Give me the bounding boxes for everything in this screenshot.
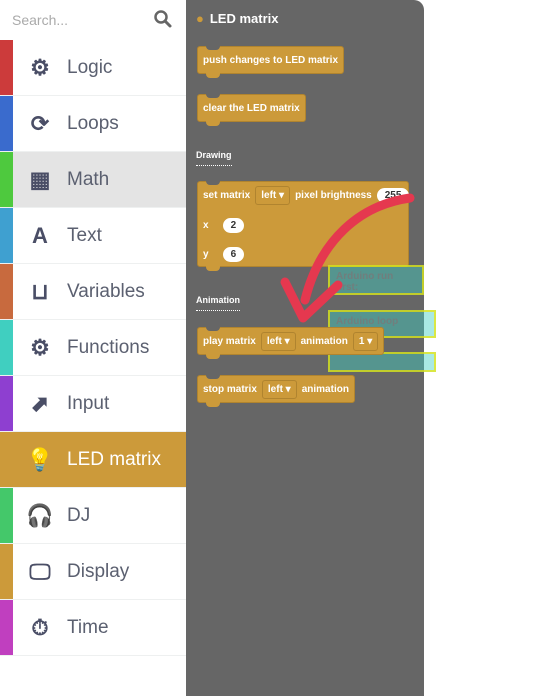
- category-led-matrix[interactable]: 💡 LED matrix: [0, 432, 186, 488]
- set-matrix-pixel-block[interactable]: set matrix left ▾ pixel brightness 255 x…: [197, 181, 410, 271]
- dropdown-value: left: [266, 335, 282, 347]
- dropdown-value: left: [261, 190, 277, 202]
- search-box: [0, 0, 186, 40]
- category-functions[interactable]: ⚙ Functions: [0, 320, 186, 376]
- category-color-bar: [0, 376, 13, 431]
- push-changes-block[interactable]: push changes to LED matrix: [197, 46, 345, 78]
- dropdown-value: left: [267, 383, 283, 395]
- play-matrix-animation-block[interactable]: play matrix left ▾ animation 1 ▾: [197, 327, 385, 359]
- category-color-bar: [0, 96, 13, 151]
- gear-icon: ⚙: [30, 334, 50, 360]
- category-logic[interactable]: ⚙ Logic: [0, 40, 186, 96]
- animation-number-dropdown[interactable]: 1 ▾: [352, 331, 379, 351]
- block-label: pixel brightness: [295, 190, 372, 202]
- category-color-bar: [0, 488, 13, 543]
- calculator-icon: ▦: [29, 166, 51, 192]
- ghost-loop-bottom: [328, 352, 436, 372]
- category-label: Variables: [67, 280, 145, 302]
- category-label: DJ: [67, 504, 91, 526]
- clear-matrix-block[interactable]: clear the LED matrix: [197, 94, 306, 126]
- category-color-bar: [0, 432, 13, 487]
- category-math[interactable]: ▦ Math: [0, 152, 186, 208]
- stopwatch-icon: ⏱: [31, 614, 49, 640]
- ghost-label: Arduino run first:: [336, 271, 394, 293]
- side-dropdown[interactable]: left ▾: [255, 186, 291, 206]
- category-label: Logic: [67, 56, 113, 78]
- category-label: LED matrix: [67, 448, 161, 470]
- y-label: y: [203, 248, 209, 260]
- inbox-icon: ⊔: [31, 278, 49, 304]
- category-color-bar: [0, 320, 13, 375]
- category-label: Display: [67, 560, 130, 582]
- section-animation: Animation: [196, 295, 240, 311]
- flyout-title-text: LED matrix: [209, 11, 279, 26]
- category-color-bar: [0, 600, 13, 655]
- category-color-bar: [0, 208, 13, 263]
- y-input[interactable]: 6: [222, 246, 245, 262]
- lightbulb-icon: ●: [196, 11, 204, 26]
- block-label: animation: [301, 383, 349, 395]
- dropdown-value: 1: [358, 335, 365, 347]
- block-label: push changes to LED matrix: [203, 54, 339, 66]
- headphones-icon: 🎧: [26, 502, 54, 528]
- side-dropdown[interactable]: left ▾: [261, 379, 297, 399]
- category-input[interactable]: ⬈ Input: [0, 376, 186, 432]
- category-color-bar: [0, 544, 13, 599]
- category-display[interactable]: 🖵 Display: [0, 544, 186, 600]
- category-label: Time: [67, 616, 109, 638]
- block-label: stop matrix: [203, 383, 257, 395]
- category-label: Functions: [67, 336, 150, 358]
- brightness-input[interactable]: 255: [376, 188, 410, 204]
- category-label: Input: [67, 392, 110, 414]
- search-input[interactable]: [12, 8, 142, 32]
- gears-icon: ⚙: [30, 54, 50, 80]
- arrow-box-icon: ⬈: [30, 390, 50, 416]
- search-icon[interactable]: [153, 9, 173, 29]
- category-text[interactable]: A Text: [0, 208, 186, 264]
- category-color-bar: [0, 152, 13, 207]
- font-icon: A: [32, 222, 48, 248]
- category-label: Text: [67, 224, 102, 246]
- x-label: x: [203, 220, 209, 232]
- category-time[interactable]: ⏱ Time: [0, 600, 186, 656]
- category-variables[interactable]: ⊔ Variables: [0, 264, 186, 320]
- monitor-icon: 🖵: [29, 558, 51, 584]
- category-loops[interactable]: ⟳ Loops: [0, 96, 186, 152]
- block-label: play matrix: [203, 335, 256, 347]
- category-label: Math: [67, 168, 110, 190]
- side-dropdown[interactable]: left ▾: [260, 331, 296, 351]
- category-color-bar: [0, 264, 13, 319]
- block-label: set matrix: [203, 190, 251, 202]
- category-label: Loops: [67, 112, 119, 134]
- toolbox-sidebar: ⚙ Logic ⟳ Loops ▦ Math A Text ⊔ Variables ⚙ Functio…: [0, 0, 186, 696]
- block-label: animation: [300, 335, 348, 347]
- stop-matrix-animation-block[interactable]: stop matrix left ▾ animation: [197, 375, 355, 407]
- section-drawing: Drawing: [196, 150, 232, 166]
- sync-icon: ⟳: [30, 110, 50, 136]
- block-label: clear the LED matrix: [203, 102, 300, 114]
- lightbulb-icon: 💡: [26, 446, 54, 472]
- category-dj[interactable]: 🎧 DJ: [0, 488, 186, 544]
- flyout-title: ● LED matrix: [196, 11, 279, 26]
- category-color-bar: [0, 40, 13, 95]
- x-input[interactable]: 2: [222, 218, 245, 234]
- ghost-run-first-block: Arduino run first:: [328, 265, 424, 295]
